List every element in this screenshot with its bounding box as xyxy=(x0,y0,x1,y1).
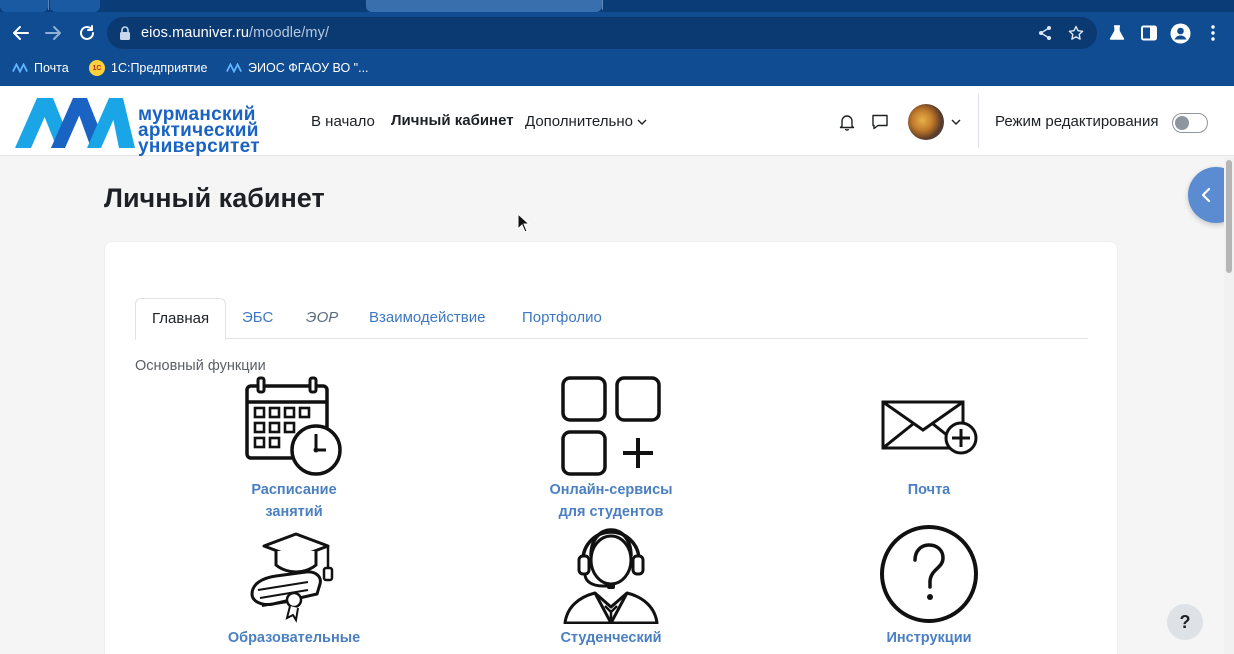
tab-bar: Главная ЭБС ЭОР Взаимодействие Портфолио xyxy=(135,298,1088,340)
logo-line: университет xyxy=(138,136,260,157)
tile-caption-line: Онлайн-сервисы xyxy=(549,482,673,498)
help-button[interactable]: ? xyxy=(1167,604,1203,640)
tile-caption: Инструкции xyxy=(829,627,1029,649)
support-headset-icon xyxy=(563,528,659,624)
notifications-button[interactable] xyxy=(836,111,858,133)
browser-tab[interactable] xyxy=(50,0,100,12)
tile-caption: Расписание занятий xyxy=(194,479,394,523)
bookmark-label: Почта xyxy=(34,61,69,75)
bookmark-label: ЭИОС ФГАОУ ВО "... xyxy=(248,61,369,75)
main-card: Главная ЭБС ЭОР Взаимодействие Портфолио… xyxy=(104,241,1118,654)
user-avatar[interactable] xyxy=(908,104,944,140)
browser-tab-active[interactable] xyxy=(366,0,602,12)
1c-icon: 1С xyxy=(89,60,105,76)
tab-interaction[interactable]: Взаимодействие xyxy=(353,298,501,339)
scrollbar-thumb[interactable] xyxy=(1226,160,1232,273)
tile-mail[interactable]: Почта xyxy=(829,376,1029,526)
mauniver-icon xyxy=(226,60,242,76)
bookmark-label: 1С:Предприятие xyxy=(111,61,208,75)
question-circle-icon xyxy=(880,525,978,623)
nav-more-label: Дополнительно xyxy=(525,113,633,130)
chevron-down-icon[interactable] xyxy=(951,119,961,125)
tab-main[interactable]: Главная xyxy=(135,298,227,340)
graduation-cap-diploma-icon xyxy=(250,532,334,623)
university-logo[interactable]: мурманский арктический университет xyxy=(15,98,277,156)
url-host: eios.mauniver.ru xyxy=(141,25,249,41)
profile-icon[interactable] xyxy=(1170,23,1191,44)
bell-icon xyxy=(839,115,855,131)
bookmark-eios[interactable]: ЭИОС ФГАОУ ВО "... xyxy=(226,60,369,76)
page-scrollbar[interactable] xyxy=(1224,157,1234,654)
reload-icon xyxy=(80,25,94,40)
browser-toolbar: eios.mauniver.ru/moodle/my/ xyxy=(0,12,1234,54)
apps-grid-add-icon xyxy=(561,376,661,476)
browser-chrome: eios.mauniver.ru/moodle/my/ Почта 1С 1С:… xyxy=(0,0,1234,86)
address-bar[interactable]: eios.mauniver.ru/moodle/my/ xyxy=(107,17,1097,49)
tab-separator xyxy=(48,0,49,10)
bookmark-mail[interactable]: Почта xyxy=(12,60,69,76)
section-label: Основный функции xyxy=(135,358,266,374)
tab-strip xyxy=(0,0,1234,12)
tile-caption-line: Почта xyxy=(907,482,951,498)
lock-icon xyxy=(120,26,130,40)
tile-caption: Почта xyxy=(829,479,1029,501)
bookmarks-bar: Почта 1С 1С:Предприятие ЭИОС ФГАОУ ВО ".… xyxy=(0,54,1234,86)
menu-dots-icon[interactable] xyxy=(1207,24,1219,42)
tile-educational[interactable]: Образовательные xyxy=(194,524,394,654)
site-navbar: мурманский арктический университет В нач… xyxy=(0,86,1234,156)
tab-separator xyxy=(602,0,603,10)
tile-caption: Образовательные xyxy=(194,627,394,649)
tile-online-services[interactable]: Онлайн-сервисы для студентов xyxy=(511,376,711,526)
browser-tab[interactable] xyxy=(0,0,48,12)
star-icon[interactable] xyxy=(1068,25,1084,41)
edit-mode-label: Режим редактирования xyxy=(995,113,1159,130)
calendar-clock-icon xyxy=(245,376,342,476)
tile-caption-line: занятий xyxy=(265,504,323,520)
tab-ebs[interactable]: ЭБС xyxy=(226,298,289,339)
logo-mark-icon xyxy=(15,98,135,148)
url-text: eios.mauniver.ru/moodle/my/ xyxy=(141,25,329,41)
forward-button[interactable] xyxy=(41,21,65,45)
chevron-left-icon xyxy=(1201,187,1211,203)
toggle-knob xyxy=(1175,116,1189,130)
logo-text: мурманский арктический университет xyxy=(138,105,260,157)
tile-caption-line: Образовательные xyxy=(227,630,361,646)
labs-flask-icon[interactable] xyxy=(1108,24,1126,42)
tile-caption: Студенческий xyxy=(511,627,711,649)
navbar-divider xyxy=(978,94,979,148)
nav-dashboard[interactable]: Личный кабинет xyxy=(391,112,514,129)
bookmark-1c[interactable]: 1С 1С:Предприятие xyxy=(89,60,208,76)
tile-instructions[interactable]: Инструкции xyxy=(829,524,1029,654)
tile-student[interactable]: Студенческий xyxy=(511,524,711,654)
chevron-down-icon xyxy=(637,119,647,126)
tile-caption-line: для студентов xyxy=(558,504,664,520)
page-title: Личный кабинет xyxy=(104,183,325,213)
share-icon[interactable] xyxy=(1037,25,1053,41)
nav-more-dropdown[interactable]: Дополнительно xyxy=(525,113,647,130)
tab-eor[interactable]: ЭОР xyxy=(290,298,354,339)
tile-schedule[interactable]: Расписание занятий xyxy=(194,376,394,526)
mail-add-icon xyxy=(881,400,978,455)
tile-caption: Онлайн-сервисы для студентов xyxy=(511,479,711,523)
messages-button[interactable] xyxy=(869,111,891,133)
tile-caption-line: Расписание xyxy=(251,482,337,498)
edit-mode-toggle[interactable] xyxy=(1172,113,1208,133)
back-arrow-icon xyxy=(13,26,29,40)
forward-arrow-icon xyxy=(45,26,61,40)
mouse-cursor-icon xyxy=(517,213,529,233)
mauniver-icon xyxy=(12,60,28,76)
url-path: /moodle/my/ xyxy=(249,25,330,41)
chat-bubble-icon xyxy=(872,114,888,130)
reload-button[interactable] xyxy=(75,21,99,45)
tile-caption-line: Студенческий xyxy=(560,630,662,646)
tile-caption-line: Инструкции xyxy=(886,630,972,646)
side-panel-icon[interactable] xyxy=(1140,24,1158,42)
tab-portfolio[interactable]: Портфолио xyxy=(506,298,618,339)
nav-home[interactable]: В начало xyxy=(311,113,375,130)
back-button[interactable] xyxy=(9,21,33,45)
